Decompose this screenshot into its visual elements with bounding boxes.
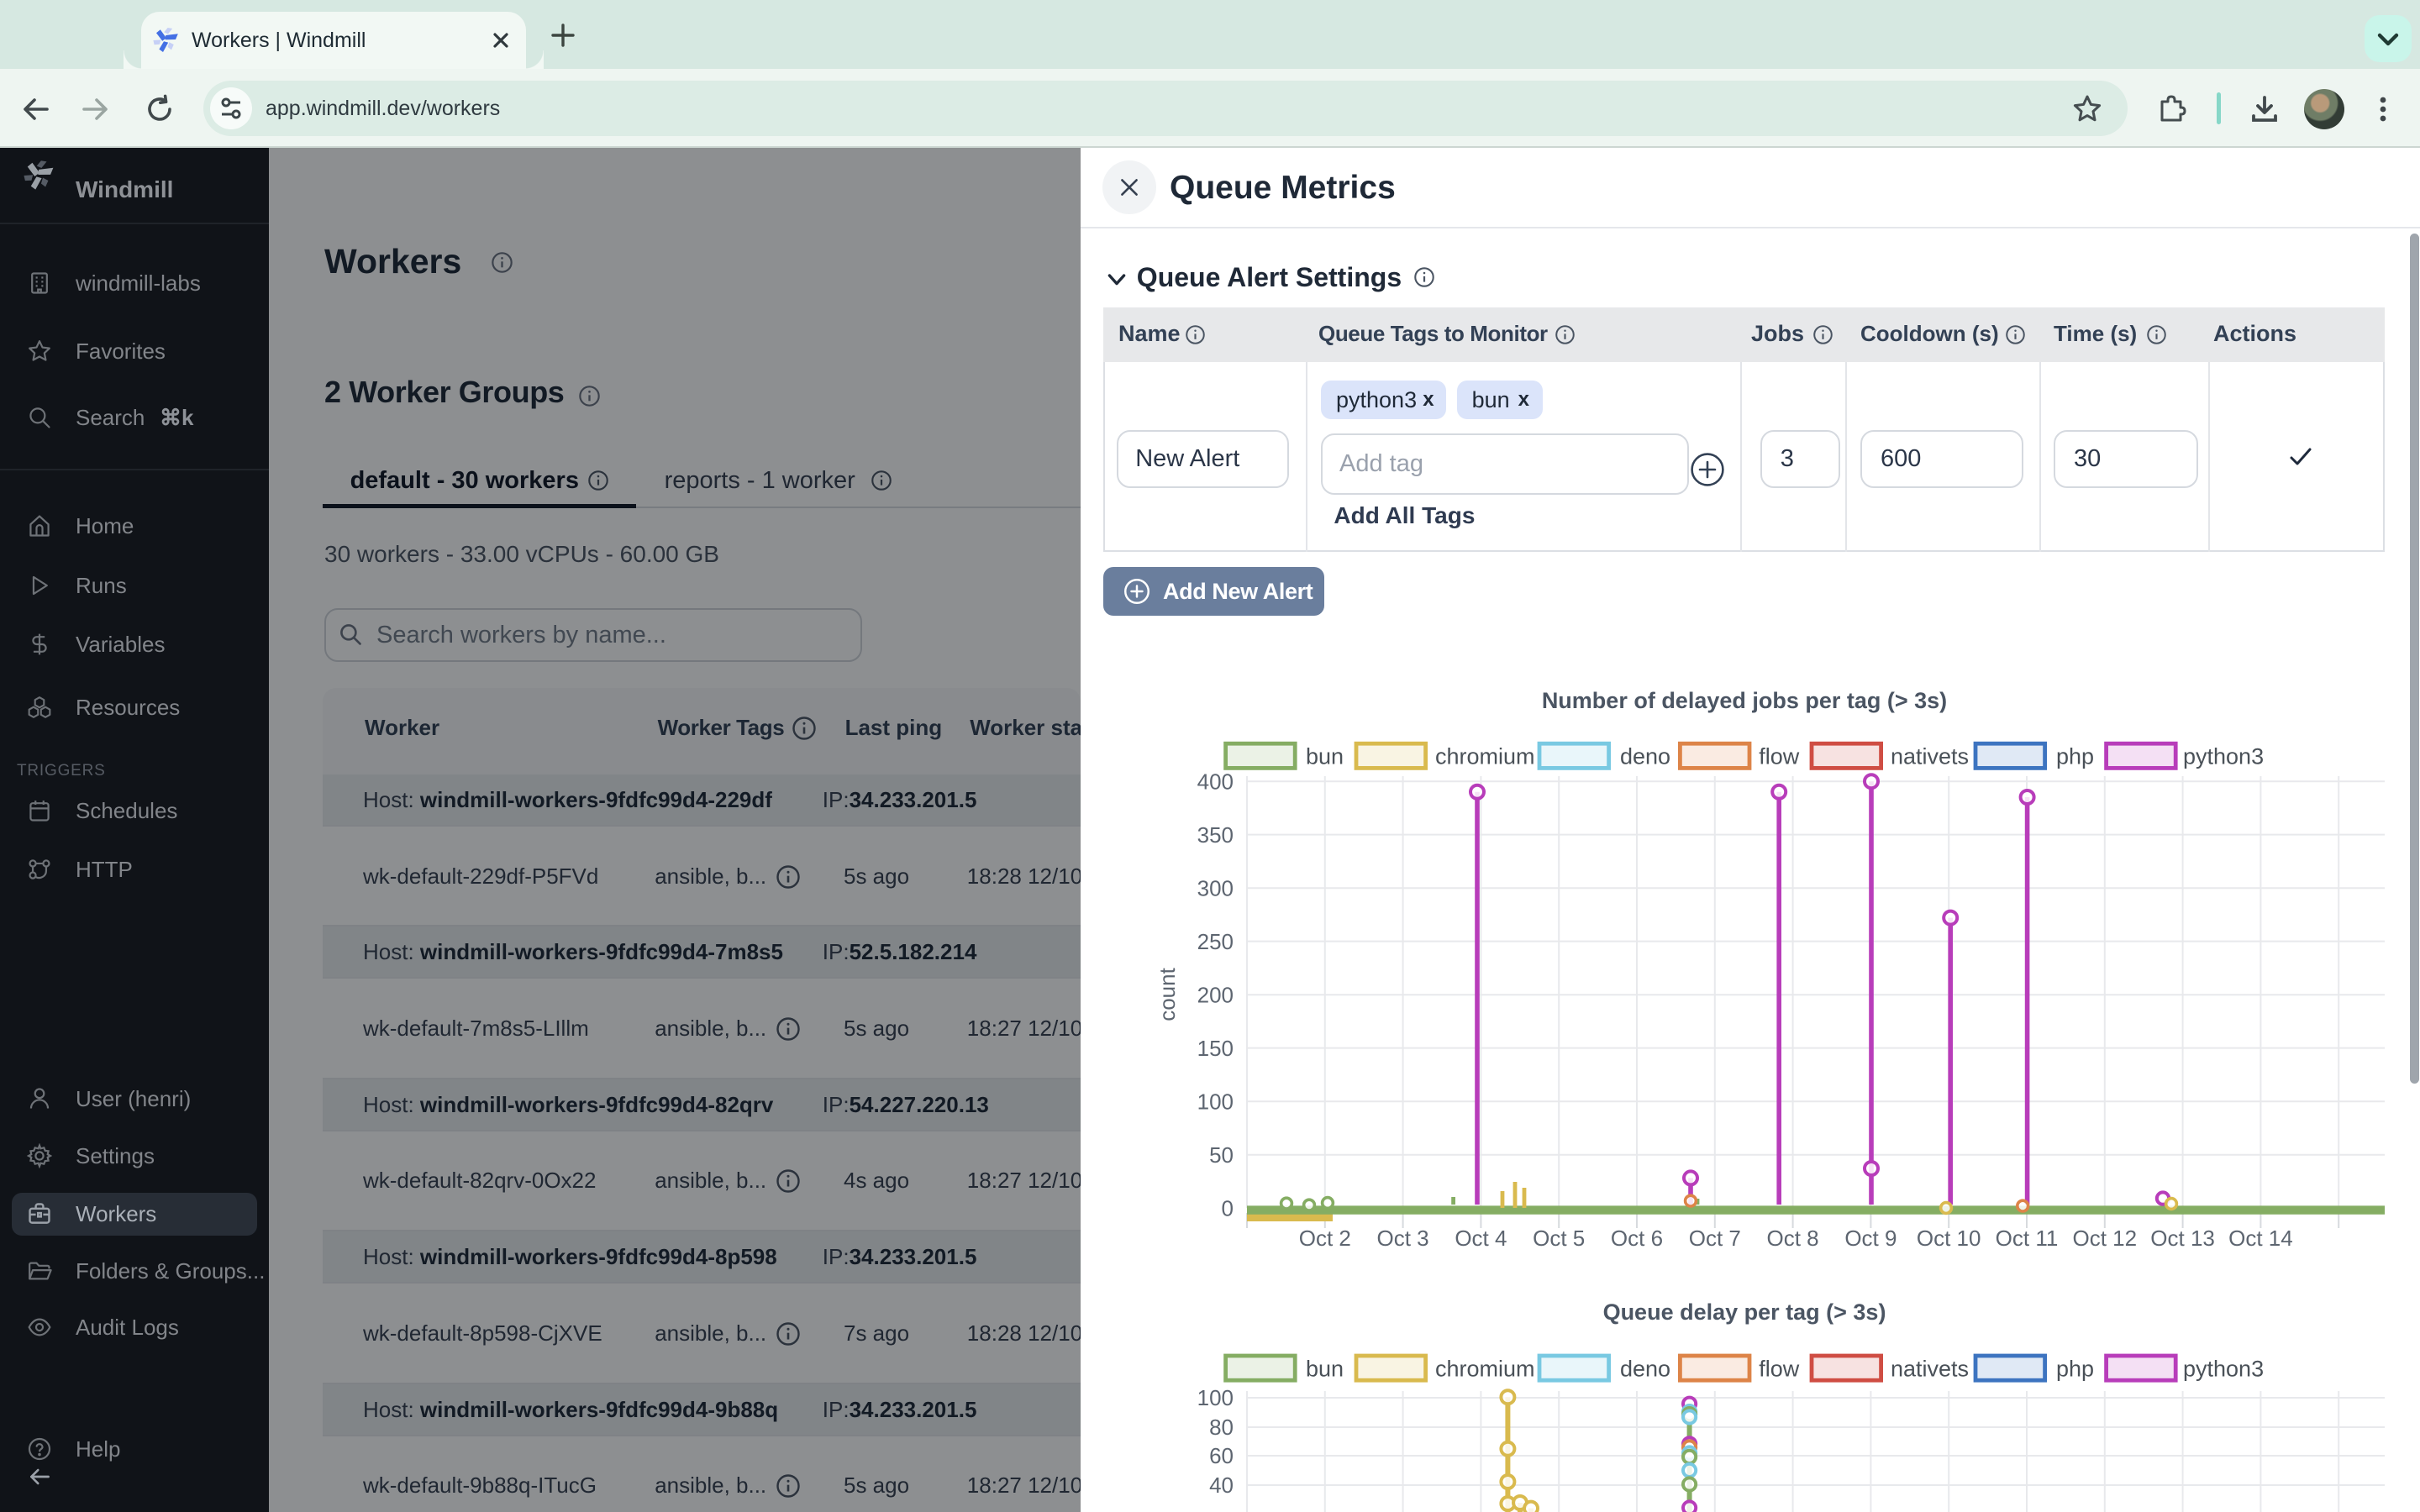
svg-text:Oct 6: Oct 6: [1611, 1226, 1663, 1251]
svg-text:250: 250: [1197, 929, 1234, 954]
svg-text:nativets: nativets: [1891, 744, 1969, 769]
svg-text:php: php: [2056, 1356, 2094, 1381]
svg-text:python3: python3: [2183, 1356, 2264, 1381]
svg-text:Oct 14: Oct 14: [2228, 1226, 2293, 1251]
svg-text:nativets: nativets: [1891, 1356, 1969, 1381]
svg-text:Oct 10: Oct 10: [1917, 1226, 1981, 1251]
svg-text:deno: deno: [1620, 1356, 1670, 1381]
svg-text:Oct 13: Oct 13: [2150, 1226, 2215, 1251]
svg-text:Oct 5: Oct 5: [1533, 1226, 1585, 1251]
svg-text:Queue delay per tag (> 3s): Queue delay per tag (> 3s): [1603, 1299, 1886, 1325]
svg-text:100: 100: [1197, 1089, 1234, 1114]
svg-text:50: 50: [1209, 1142, 1234, 1168]
svg-text:flow: flow: [1759, 744, 1800, 769]
svg-text:count: count: [1155, 967, 1180, 1021]
svg-text:350: 350: [1197, 822, 1234, 848]
svg-text:40: 40: [1209, 1473, 1234, 1498]
svg-text:deno: deno: [1620, 744, 1670, 769]
svg-text:200: 200: [1197, 982, 1234, 1007]
svg-text:Oct 8: Oct 8: [1767, 1226, 1819, 1251]
svg-text:Oct 4: Oct 4: [1455, 1226, 1507, 1251]
svg-text:Oct 9: Oct 9: [1844, 1226, 1897, 1251]
svg-text:Oct 12: Oct 12: [2073, 1226, 2138, 1251]
svg-text:chromium: chromium: [1435, 1356, 1535, 1381]
svg-text:60: 60: [1209, 1443, 1234, 1468]
svg-text:400: 400: [1197, 769, 1234, 794]
svg-text:0: 0: [1222, 1195, 1234, 1221]
svg-text:Oct 7: Oct 7: [1689, 1226, 1741, 1251]
svg-text:Oct 11: Oct 11: [1996, 1226, 2059, 1251]
svg-text:80: 80: [1209, 1415, 1234, 1440]
svg-text:chromium: chromium: [1435, 744, 1535, 769]
svg-text:flow: flow: [1759, 1356, 1800, 1381]
svg-text:Number of delayed jobs per tag: Number of delayed jobs per tag (> 3s): [1542, 688, 1947, 713]
svg-text:python3: python3: [2183, 744, 2264, 769]
svg-text:100: 100: [1197, 1385, 1234, 1410]
svg-text:150: 150: [1197, 1036, 1234, 1061]
svg-text:Oct 2: Oct 2: [1299, 1226, 1351, 1251]
svg-text:bun: bun: [1306, 744, 1344, 769]
svg-text:php: php: [2056, 744, 2094, 769]
svg-text:300: 300: [1197, 875, 1234, 900]
svg-text:Oct 3: Oct 3: [1377, 1226, 1429, 1251]
svg-text:bun: bun: [1306, 1356, 1344, 1381]
